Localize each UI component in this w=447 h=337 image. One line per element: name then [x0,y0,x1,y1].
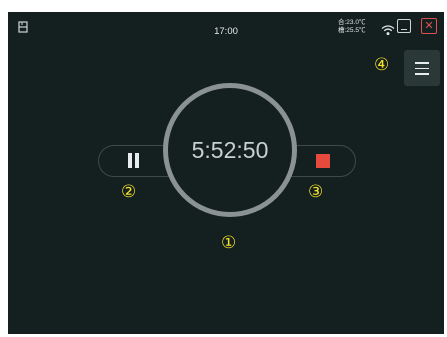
annotation-4: ④ [374,55,390,74]
stop-button[interactable] [316,154,330,168]
menu-button[interactable] [404,50,440,86]
stop-icon [316,154,330,168]
temperature-line-2: 槽:25.5℃ [338,27,366,34]
minimize-button[interactable] [397,19,411,33]
temperature-readout: 合:23.0℃ 槽:25.5℃ [338,19,365,35]
annotation-1: ① [221,233,237,252]
pause-button[interactable] [122,151,146,171]
status-bar: 17:00 合:23.0℃ 槽:25.5℃ ✕ [8,12,444,44]
wifi-icon [381,25,395,36]
close-icon: ✕ [424,20,434,32]
app-screen: 17:00 合:23.0℃ 槽:25.5℃ ✕ ④ 5:52:50 ② ③ ① [8,12,444,334]
timer-display: 5:52:50 [191,137,269,163]
temperature-line-1: 合:23.0℃ [338,19,366,26]
annotation-2: ② [121,182,137,201]
close-button[interactable]: ✕ [421,18,437,34]
annotation-3: ③ [308,182,324,201]
status-clock: 17:00 [214,26,238,37]
